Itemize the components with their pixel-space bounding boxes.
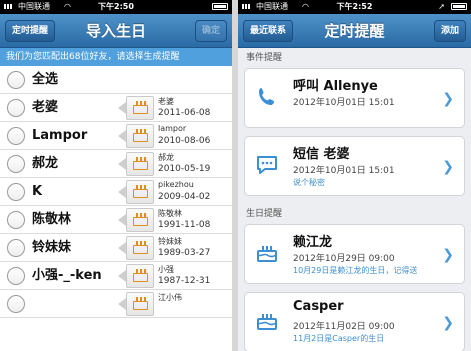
chevron-right-icon: ❯	[442, 247, 454, 263]
import-birthday-screen: 中国联通 ◠ 下午2:50 定时提醒 导入生日 确定 我们为您匹配出68位好友，…	[0, 0, 232, 351]
reminder-time: 2012年10月01日 15:01	[293, 166, 395, 176]
contact-name: 陈敬林	[32, 212, 72, 227]
pointer-arrow-icon	[118, 242, 126, 254]
pointer-arrow-icon	[118, 158, 126, 170]
battery-icon	[212, 3, 228, 10]
pointer-arrow-icon	[118, 102, 126, 114]
pointer-arrow-icon	[118, 186, 126, 198]
contact-radio[interactable]	[7, 211, 25, 229]
reminders-screen: 中国联通 ◠ 下午2:52 ➚ 最近联系 定时提醒 添加 事件提醒 呼叫 All…	[238, 0, 471, 351]
cake-icon	[255, 309, 279, 333]
add-button[interactable]: 添加	[433, 20, 466, 42]
select-all-radio[interactable]	[7, 71, 25, 89]
navbar: 定时提醒 导入生日 确定	[0, 14, 232, 48]
status-time: 下午2:50	[98, 2, 134, 11]
contact-radio[interactable]	[7, 155, 25, 173]
pointer-arrow-icon	[118, 214, 126, 226]
contact-name: 郝龙	[32, 156, 59, 171]
chevron-right-icon: ❯	[442, 315, 454, 331]
reminder-note: 说个秘密	[293, 178, 325, 187]
contact-radio[interactable]	[7, 99, 25, 117]
birthday-cake-icon	[126, 208, 154, 232]
birthday-contact-name: 郝龙	[158, 153, 174, 162]
contact-radio[interactable]	[7, 295, 25, 313]
reminder-card[interactable]: 短信 老婆 2012年10月01日 15:01 说个秘密 ❯	[244, 136, 465, 196]
pointer-arrow-icon	[118, 130, 126, 142]
events-section-label: 事件提醒	[246, 53, 283, 63]
contact-row[interactable]: 江小伟	[0, 290, 232, 318]
birthday-cake-icon	[126, 152, 154, 176]
select-all-row[interactable]: 全选	[0, 66, 232, 94]
birthday-date: 1991-11-08	[158, 220, 211, 230]
birthday-contact-name: pikezhou	[158, 180, 194, 189]
status-bar: 中国联通 ◠ 下午2:50	[0, 0, 232, 14]
reminder-card[interactable]: 赖江龙 2012年10月29日 09:00 10月29日是赖江龙的生日，记得送 ❯	[244, 224, 465, 284]
chevron-right-icon: ❯	[442, 159, 454, 175]
reminder-card[interactable]: 呼叫 Allenye 2012年10月01日 15:01 ❯	[244, 68, 465, 128]
contact-radio[interactable]	[7, 267, 25, 285]
contact-name: Lampor	[32, 128, 88, 143]
reminder-note: 10月29日是赖江龙的生日，记得送	[293, 266, 418, 275]
birthday-cake-icon	[126, 292, 154, 316]
select-all-label: 全选	[32, 72, 59, 87]
contact-row[interactable]: Kpikezhou 2009-04-02	[0, 178, 232, 206]
reminder-note: 11月2日是Casper的生日	[293, 334, 385, 343]
navbar: 最近联系 定时提醒 添加	[238, 14, 471, 48]
birthday-cake-icon	[126, 96, 154, 120]
contact-row[interactable]: 郝龙 郝龙 2010-05-19	[0, 150, 232, 178]
birthday-contact-name: lampor	[158, 124, 187, 133]
pointer-arrow-icon	[118, 270, 126, 282]
cake-icon	[255, 241, 279, 265]
birthday-contact-name: 小强	[158, 265, 174, 274]
birthday-cake-icon	[126, 180, 154, 204]
birthday-date: 1989-03-27	[158, 248, 211, 258]
contact-row[interactable]: 老婆 老婆 2011-06-08	[0, 94, 232, 122]
reminder-time: 2012年11月02日 09:00	[293, 322, 395, 332]
birthday-contact-name: 老婆	[158, 97, 174, 106]
match-banner: 我们为您匹配出68位好友，请选择生成提醒	[0, 48, 232, 66]
confirm-button[interactable]: 确定	[194, 20, 227, 42]
birthday-date: 1987-12-31	[158, 276, 211, 286]
sms-icon	[255, 153, 279, 177]
pointer-arrow-icon	[118, 298, 126, 310]
contact-radio[interactable]	[7, 127, 25, 145]
contact-row[interactable]: 小强-_-ken 小强 1987-12-31	[0, 262, 232, 290]
birthday-date: 2009-04-02	[158, 192, 211, 202]
chevron-right-icon: ❯	[442, 91, 454, 107]
contact-row[interactable]: 陈敬林 陈敬林 1991-11-08	[0, 206, 232, 234]
battery-icon	[451, 3, 467, 10]
contact-name: 小强-_-ken	[32, 268, 102, 283]
birthday-contact-name: 铃妹妹	[158, 237, 182, 246]
reminder-time: 2012年10月01日 15:01	[293, 98, 395, 108]
reminder-card[interactable]: Casper 2012年11月02日 09:00 11月2日是Casper的生日 ❯	[244, 292, 465, 351]
reminder-title: Casper	[293, 299, 344, 314]
birthdays-section-label: 生日提醒	[246, 209, 283, 219]
event-list: 呼叫 Allenye 2012年10月01日 15:01 ❯ 短信 老婆 2012年10…	[238, 68, 471, 196]
contact-radio[interactable]	[7, 239, 25, 257]
birthday-list: 赖江龙 2012年10月29日 09:00 10月29日是赖江龙的生日，记得送 ❯ Ca…	[238, 224, 471, 351]
birthday-contact-name: 江小伟	[158, 293, 182, 302]
birthday-date: 2011-06-08	[158, 108, 211, 118]
birthday-cake-icon	[126, 264, 154, 288]
contact-list: 老婆 老婆 2011-06-08 Lampor lampor 2010-08-06 郝龙 郝龙…	[0, 94, 232, 318]
contact-row[interactable]: 铃妹妹 铃妹妹 1989-03-27	[0, 234, 232, 262]
birthday-contact-name: 陈敬林	[158, 209, 182, 218]
reminder-title: 赖江龙	[293, 235, 333, 250]
birthday-date: 2010-05-19	[158, 164, 211, 174]
status-bar: 中国联通 ◠ 下午2:52 ➚	[238, 0, 471, 14]
birthday-cake-icon	[126, 236, 154, 260]
reminder-title: 短信 老婆	[293, 147, 350, 162]
orientation-lock-icon: ➚	[438, 2, 445, 11]
birthday-cake-icon	[126, 124, 154, 148]
contact-name: 老婆	[32, 100, 59, 115]
status-time: 下午2:52	[336, 2, 373, 11]
birthday-date: 2010-08-06	[158, 136, 211, 146]
phone-icon	[255, 85, 279, 109]
contact-radio[interactable]	[7, 183, 25, 201]
contact-name: 铃妹妹	[32, 240, 72, 255]
reminder-title: 呼叫 Allenye	[293, 79, 378, 94]
reminder-time: 2012年10月29日 09:00	[293, 254, 395, 264]
contact-name: K	[32, 184, 43, 199]
contact-row[interactable]: Lampor lampor 2010-08-06	[0, 122, 232, 150]
